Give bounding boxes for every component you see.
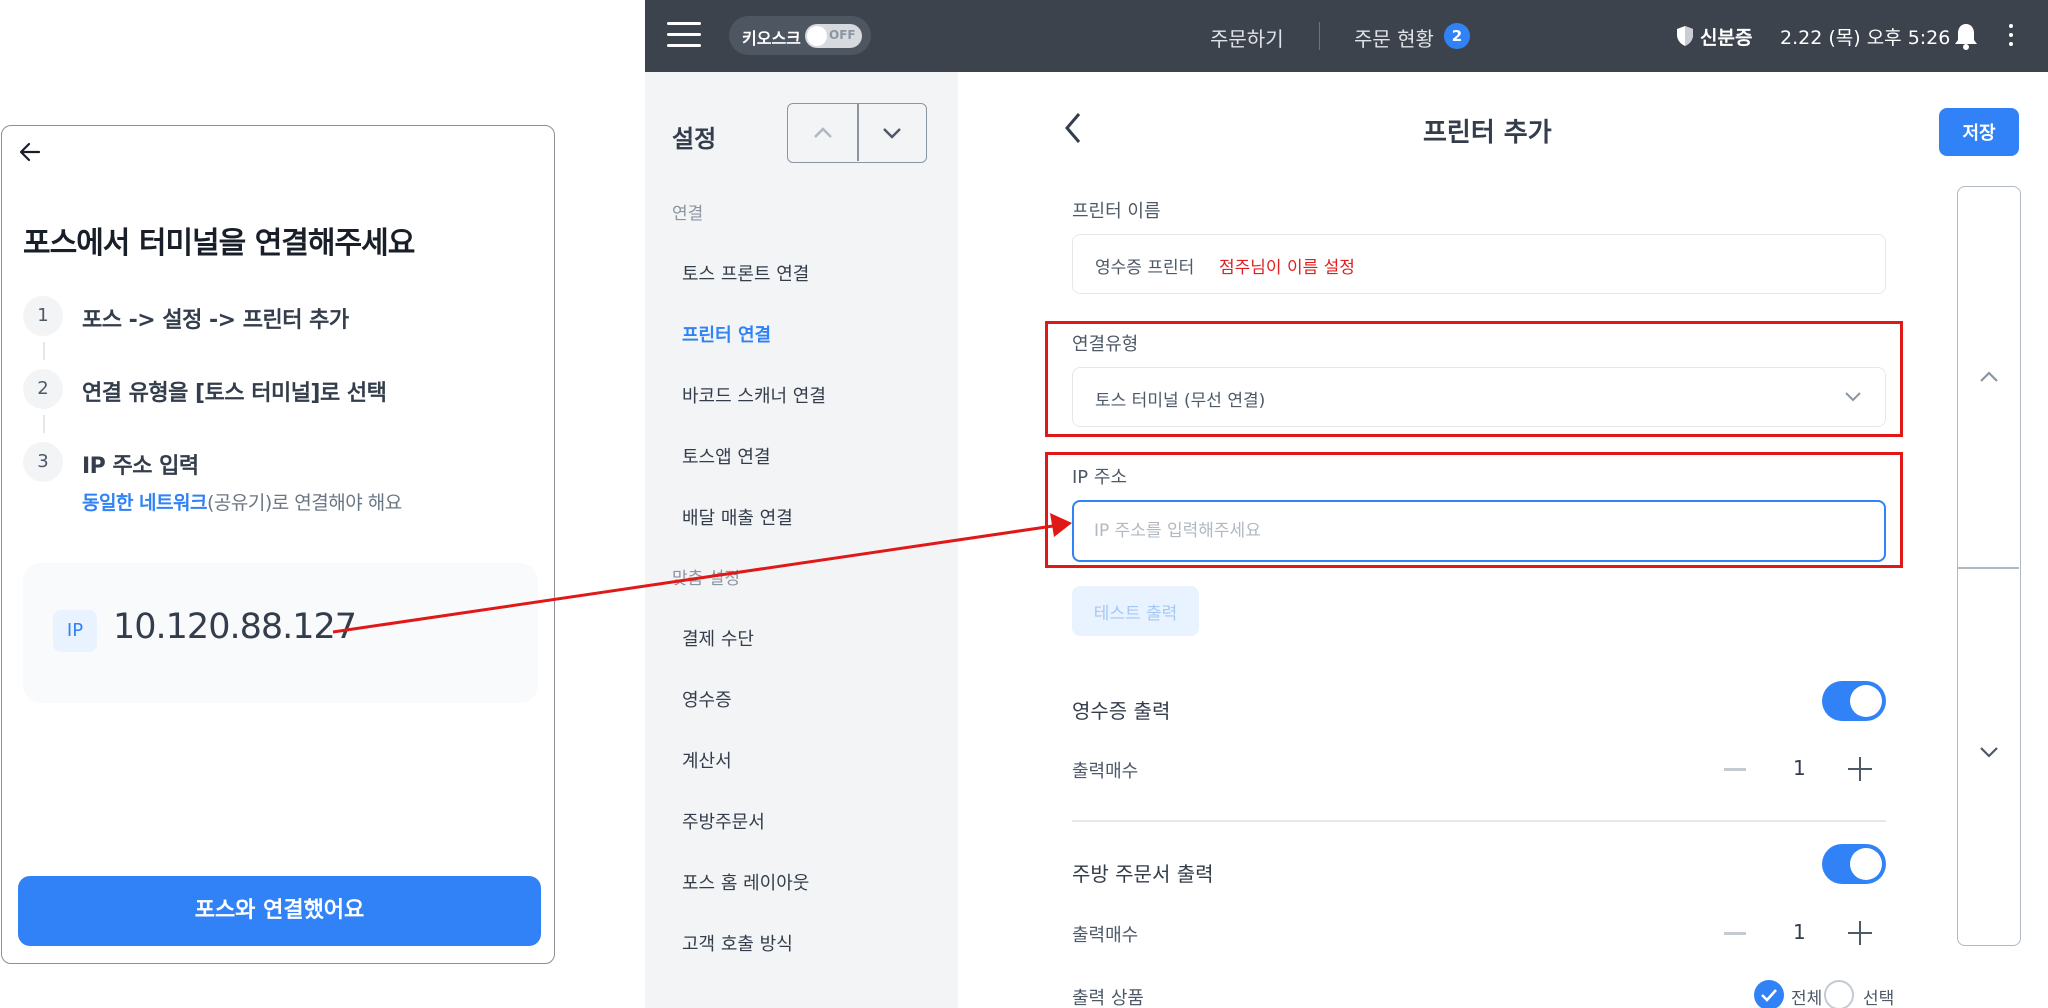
- radio-select[interactable]: [1824, 980, 1854, 1008]
- kiosk-switch[interactable]: OFF: [805, 24, 862, 48]
- page-title: 포스에서 터미널을 연결해주세요: [23, 226, 415, 261]
- divider: [1072, 820, 1886, 822]
- printer-name-label: 프린터 이름: [1072, 201, 1161, 222]
- step-text: IP 주소 입력: [82, 454, 199, 479]
- page-title: 프린터 추가: [1423, 118, 1552, 148]
- kitchen-copies-value: 1: [1793, 920, 1806, 944]
- kitchen-print-toggle[interactable]: [1822, 844, 1886, 884]
- sidebar-item-printer[interactable]: 프린터 연결: [682, 321, 771, 347]
- connection-type-label: 연결유형: [1072, 334, 1139, 355]
- chevron-left-icon[interactable]: [1060, 110, 1086, 146]
- kiosk-toggle[interactable]: 키오스크 OFF: [729, 16, 871, 55]
- content-scroll-buttons: [1957, 186, 2021, 946]
- receipt-copies-label: 출력매수: [1072, 761, 1139, 782]
- sidebar-title: 설정: [672, 125, 717, 153]
- bell-icon[interactable]: [1953, 22, 1979, 50]
- sidebar-item-toss-front[interactable]: 토스 프론트 연결: [682, 260, 809, 286]
- chevron-down-icon[interactable]: [877, 120, 907, 146]
- top-bar: 키오스크 OFF 주문하기 주문 현황 2 신분증 2.22 (목) 오후 5:…: [645, 0, 2048, 72]
- radio-all-label: 전체: [1791, 989, 1823, 1008]
- arrow-left-icon[interactable]: [17, 138, 45, 166]
- step-connector: [43, 342, 45, 360]
- settings-sidebar: 설정 연결 토스 프론트 연결 프린터 연결 바코드 스캐너 연결 토스앱 연결…: [645, 72, 958, 1008]
- screenshot-root: 포스에서 터미널을 연결해주세요 1 포스 -> 설정 -> 프린터 추가 2 …: [0, 0, 2048, 1008]
- chevron-up-icon[interactable]: [808, 120, 838, 146]
- nav-order[interactable]: 주문하기: [1210, 23, 1284, 52]
- sidebar-item-invoice[interactable]: 계산서: [682, 747, 732, 773]
- test-print-button[interactable]: 테스트 출력: [1072, 586, 1199, 636]
- step-subtext: 동일한 네트워크(공유기)로 연결해야 해요: [82, 488, 402, 515]
- printer-name-value: 영수증 프린터: [1095, 258, 1195, 278]
- chevron-down-icon: [1845, 392, 1861, 402]
- kiosk-label: 키오스크: [742, 29, 801, 48]
- sidebar-item-delivery[interactable]: 배달 매출 연결: [682, 504, 793, 530]
- chevron-down-icon[interactable]: [1976, 742, 2002, 762]
- sidebar-item-home-layout[interactable]: 포스 홈 레이아웃: [682, 869, 809, 895]
- plus-icon[interactable]: [1848, 757, 1872, 781]
- step-text: 연결 유형을 [토스 터미널]로 선택: [82, 381, 387, 406]
- step-connector: [43, 415, 45, 433]
- chevron-up-icon[interactable]: [1976, 367, 2002, 387]
- order-count-badge: 2: [1444, 23, 1470, 49]
- shield-icon: [1677, 26, 1693, 46]
- sidebar-item-payment[interactable]: 결제 수단: [682, 625, 754, 651]
- network-note: (공유기)로 연결해야 해요: [206, 492, 402, 514]
- kiosk-state: OFF: [829, 28, 856, 42]
- ip-card: IP 10.120.88.127: [23, 563, 538, 703]
- printer-name-field[interactable]: 영수증 프린터 점주님이 이름 설정: [1072, 234, 1886, 294]
- id-check-button[interactable]: 신분증: [1700, 23, 1752, 50]
- connection-type-select[interactable]: 토스 터미널 (무선 연결): [1072, 367, 1886, 427]
- sidebar-item-kitchen[interactable]: 주방주문서: [682, 808, 765, 834]
- kitchen-print-label: 주방 주문서 출력: [1072, 862, 1214, 886]
- terminal-screen: 포스에서 터미널을 연결해주세요 1 포스 -> 설정 -> 프린터 추가 2 …: [1, 125, 555, 964]
- sidebar-item-barcode[interactable]: 바코드 스캐너 연결: [682, 382, 826, 408]
- menu-icon[interactable]: [667, 22, 701, 48]
- step-number: 1: [23, 296, 63, 336]
- printer-name-note: 점주님이 이름 설정: [1219, 258, 1355, 278]
- sidebar-scroll-buttons: [787, 103, 927, 163]
- ip-address-input[interactable]: [1072, 500, 1886, 562]
- receipt-print-label: 영수증 출력: [1072, 699, 1171, 723]
- printer-add-panel: 프린터 추가 저장 프린터 이름 영수증 프린터 점주님이 이름 설정 연결유형…: [958, 72, 2048, 1008]
- nav-divider: [1319, 22, 1320, 50]
- sidebar-section-custom: 맞춤 설정: [672, 569, 740, 589]
- sidebar-item-customer-call[interactable]: 고객 호출 방식: [682, 930, 793, 956]
- nav-order-status[interactable]: 주문 현황: [1354, 23, 1434, 52]
- pos-screen: 키오스크 OFF 주문하기 주문 현황 2 신분증 2.22 (목) 오후 5:…: [645, 0, 2048, 1008]
- receipt-print-toggle[interactable]: [1822, 681, 1886, 721]
- output-products-label: 출력 상품: [1072, 988, 1144, 1008]
- radio-select-label: 선택: [1863, 989, 1895, 1008]
- minus-icon[interactable]: [1724, 932, 1746, 935]
- plus-icon[interactable]: [1848, 921, 1872, 945]
- sidebar-item-receipt[interactable]: 영수증: [682, 686, 732, 712]
- minus-icon[interactable]: [1724, 768, 1746, 771]
- save-button[interactable]: 저장: [1939, 108, 2019, 156]
- step-number: 2: [23, 369, 63, 409]
- check-icon: [1761, 989, 1777, 1002]
- step-number: 3: [23, 442, 63, 482]
- receipt-copies-value: 1: [1793, 756, 1806, 780]
- ip-address: 10.120.88.127: [113, 607, 357, 647]
- ip-address-label: IP 주소: [1072, 467, 1128, 488]
- network-highlight: 동일한 네트워크: [82, 492, 207, 514]
- ip-tag: IP: [53, 610, 97, 652]
- radio-all[interactable]: [1754, 980, 1784, 1008]
- sidebar-section-connect: 연결: [672, 204, 704, 224]
- more-icon[interactable]: [2009, 24, 2015, 48]
- connected-button[interactable]: 포스와 연결했어요: [18, 876, 541, 946]
- step-text: 포스 -> 설정 -> 프린터 추가: [82, 308, 349, 333]
- datetime: 2.22 (목) 오후 5:26: [1780, 27, 1951, 49]
- connection-type-value: 토스 터미널 (무선 연결): [1095, 391, 1266, 411]
- kitchen-copies-label: 출력매수: [1072, 925, 1139, 946]
- sidebar-item-tossapp[interactable]: 토스앱 연결: [682, 443, 771, 469]
